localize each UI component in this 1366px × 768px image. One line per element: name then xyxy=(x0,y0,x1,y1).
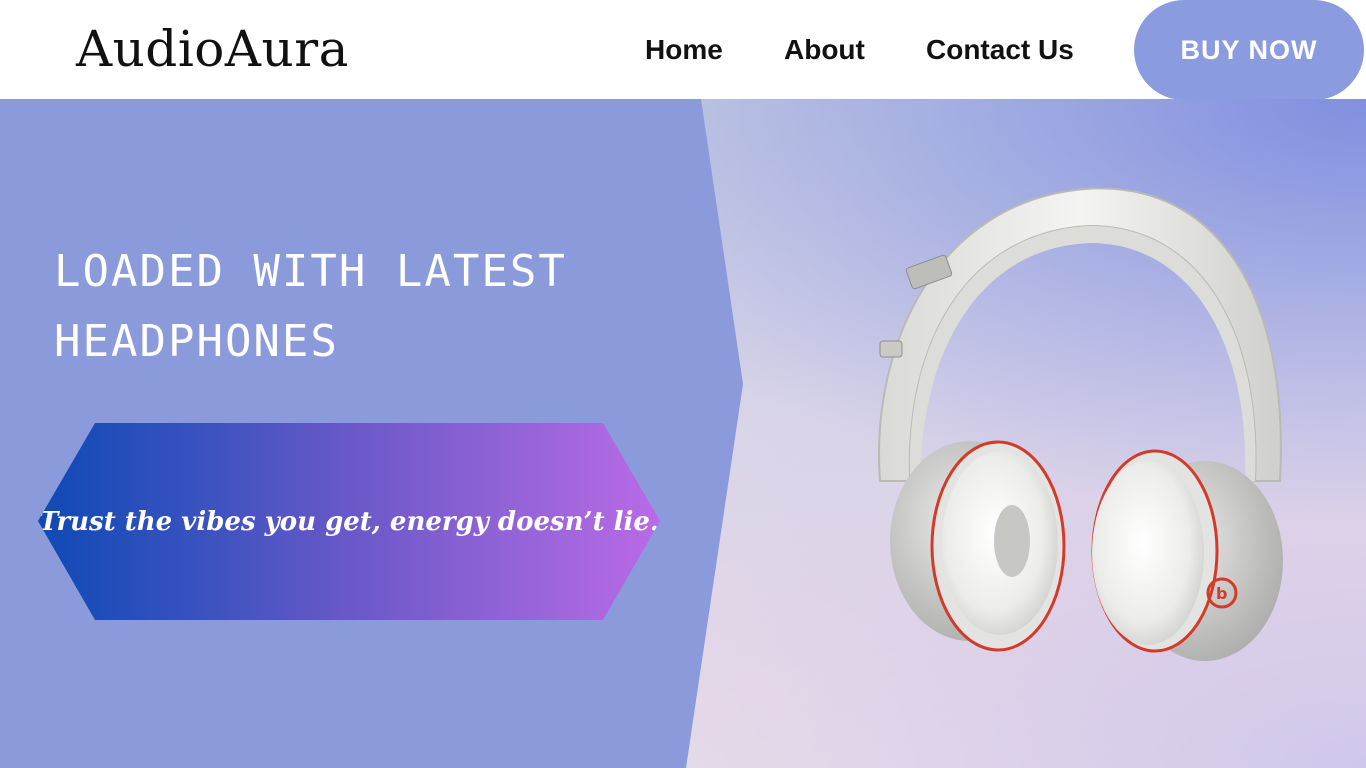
headphones-image: b xyxy=(878,187,1283,661)
headline-line-1: LOADED WITH LATEST xyxy=(54,246,567,297)
site-header: AudioAura Home About Contact Us BUY NOW xyxy=(0,0,1366,100)
svg-text:b: b xyxy=(1216,584,1227,603)
right-earcup: b xyxy=(1091,449,1283,661)
nav-about-link[interactable]: About xyxy=(784,30,865,70)
hero-section: LOADED WITH LATEST HEADPHONES Trust the … xyxy=(0,99,1366,768)
tagline-text: Trust the vibes you get, energy doesn’t … xyxy=(39,506,659,537)
nav-contact-link[interactable]: Contact Us xyxy=(926,30,1074,70)
headline-line-2: HEADPHONES xyxy=(54,316,339,367)
brand-logo[interactable]: AudioAura xyxy=(76,18,349,80)
nav-home-link[interactable]: Home xyxy=(645,30,723,70)
tagline-banner: Trust the vibes you get, energy doesn’t … xyxy=(38,423,660,620)
left-earcup xyxy=(890,440,1066,652)
buy-now-button[interactable]: BUY NOW xyxy=(1134,0,1364,100)
hero-headline: LOADED WITH LATEST HEADPHONES xyxy=(54,237,694,377)
